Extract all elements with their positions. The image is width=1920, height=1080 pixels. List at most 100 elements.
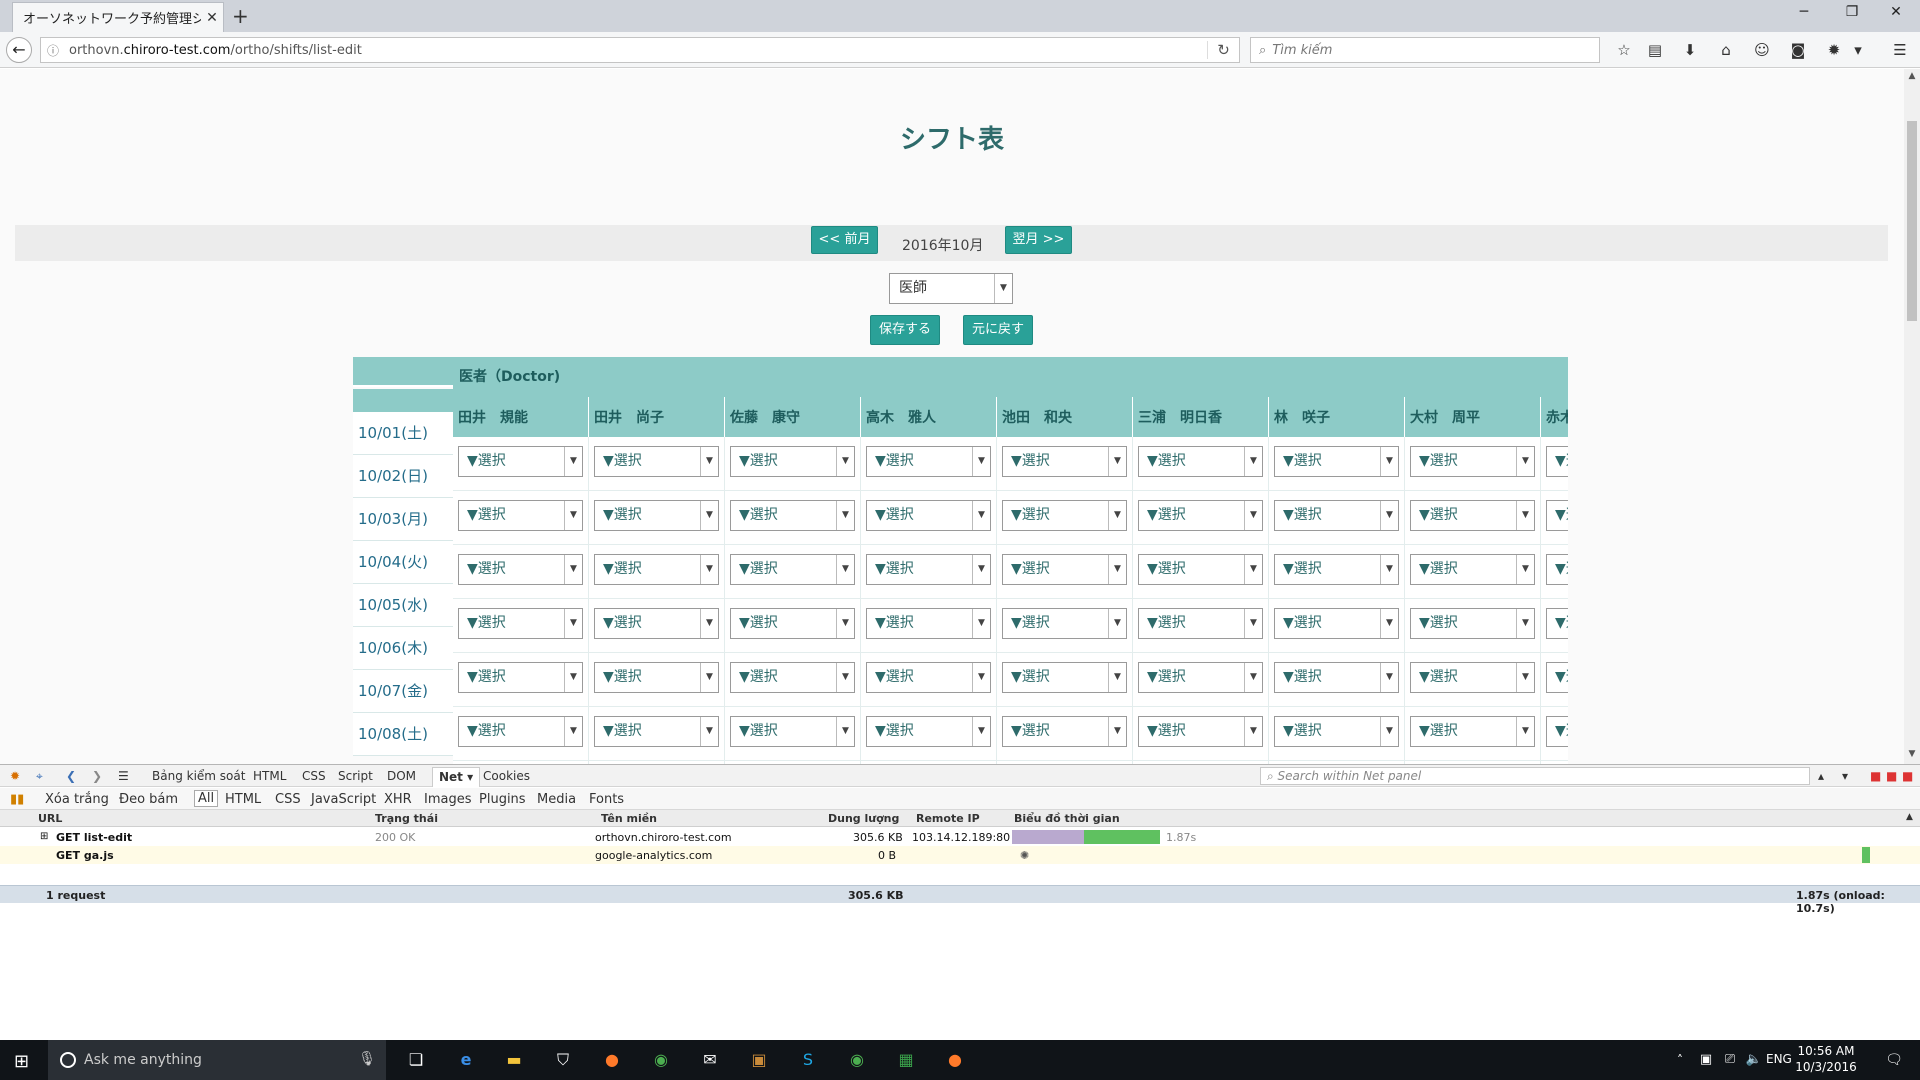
shift-select[interactable]: ▼選択▼ [458, 554, 583, 585]
sort-up-icon[interactable]: ▲ [1906, 812, 1913, 822]
shift-select[interactable]: ▼選択▼ [1002, 716, 1127, 747]
menu-icon[interactable]: ☰ [1888, 41, 1912, 59]
shift-select[interactable]: ▼選択▼ [594, 500, 719, 531]
devtools-tab[interactable]: Bảng kiểm soát [152, 769, 245, 783]
shift-select[interactable]: ▼選択▼ [1138, 662, 1263, 693]
shift-select[interactable]: ▼選択▼ [1546, 608, 1568, 639]
shift-select[interactable]: ▼選択▼ [866, 716, 991, 747]
download-icon[interactable]: ⬇ [1678, 41, 1702, 59]
shift-select[interactable]: ▼選択▼ [1274, 662, 1399, 693]
shift-select[interactable]: ▼選択▼ [1410, 500, 1535, 531]
col-size[interactable]: Dung lượng [828, 812, 899, 825]
browser-search-input[interactable]: ⌕ Tìm kiếm [1250, 37, 1600, 63]
devtools-tab[interactable]: HTML [253, 769, 286, 783]
task-view-icon[interactable]: ❏ [404, 1048, 428, 1072]
shift-select[interactable]: ▼選択▼ [1138, 716, 1263, 747]
restore-icon[interactable]: ❐ [1832, 4, 1872, 20]
prev-month-button[interactable]: << 前月 [811, 226, 878, 254]
back-icon[interactable]: ← [6, 37, 32, 63]
bookmark-star-icon[interactable]: ☆ [1612, 41, 1636, 59]
shift-select[interactable]: ▼選択▼ [458, 446, 583, 477]
scroll-up-icon[interactable]: ▲ [1904, 71, 1920, 81]
page-scrollbar[interactable]: ▲ ▼ [1904, 69, 1920, 764]
edge-icon[interactable]: e [454, 1048, 478, 1072]
volume-icon[interactable]: 🔈 [1742, 1048, 1766, 1072]
shift-select[interactable]: ▼選択▼ [1410, 554, 1535, 585]
net-filter-plugins[interactable]: Plugins [479, 792, 526, 807]
firefox-icon[interactable]: ● [600, 1048, 624, 1072]
clock[interactable]: 10:56 AM 10/3/2016 [1776, 1043, 1876, 1075]
shift-select[interactable]: ▼選択▼ [1002, 608, 1127, 639]
shift-select[interactable]: ▼選択▼ [866, 608, 991, 639]
net-filter-images[interactable]: Images [424, 792, 472, 807]
firebug-icon[interactable]: ✹ [1822, 41, 1846, 59]
revert-button[interactable]: 元に戻す [963, 315, 1033, 345]
pocket-icon[interactable]: ◙ [1786, 41, 1810, 59]
shift-select[interactable]: ▼選択▼ [1002, 500, 1127, 531]
detach-panel-icon[interactable]: ■ [1886, 769, 1897, 783]
shift-select[interactable]: ▼選択▼ [1410, 608, 1535, 639]
shift-select[interactable]: ▼選択▼ [1002, 662, 1127, 693]
shift-select[interactable]: ▼選択▼ [458, 608, 583, 639]
cortana-search[interactable]: Ask me anything 🎙 [48, 1040, 386, 1080]
shift-select[interactable]: ▼選択▼ [594, 716, 719, 747]
chrome-icon[interactable]: ◉ [649, 1048, 673, 1072]
shift-select[interactable]: ▼選択▼ [1410, 662, 1535, 693]
skype-icon[interactable]: S [796, 1048, 820, 1072]
shift-select[interactable]: ▼選択▼ [1546, 554, 1568, 585]
shift-select[interactable]: ▼選択▼ [866, 554, 991, 585]
notifications-icon[interactable]: 🗨 [1882, 1048, 1906, 1072]
chevron-down-icon[interactable]: ▾ [1846, 41, 1870, 59]
shift-select[interactable]: ▼選択▼ [1274, 446, 1399, 477]
sublime-icon[interactable]: ▣ [747, 1048, 771, 1072]
shift-select[interactable]: ▼選択▼ [730, 608, 855, 639]
minimize-panel-icon[interactable]: ■ [1870, 769, 1881, 783]
col-timeline[interactable]: Biểu đồ thời gian [1014, 812, 1120, 825]
shift-select[interactable]: ▼選択▼ [1002, 554, 1127, 585]
shift-select[interactable]: ▼選択▼ [866, 662, 991, 693]
shift-select[interactable]: ▼選択▼ [730, 500, 855, 531]
devtools-tab[interactable]: CSS [302, 769, 326, 783]
reload-icon[interactable]: ↻ [1207, 41, 1239, 59]
close-tab-icon[interactable]: ✕ [201, 10, 223, 26]
shift-select[interactable]: ▼選択▼ [1274, 608, 1399, 639]
shift-select[interactable]: ▼選択▼ [866, 446, 991, 477]
store-icon[interactable]: ⛉ [551, 1048, 575, 1072]
chevron-down-icon[interactable]: ▾ [1842, 769, 1848, 783]
forward-arrow-icon[interactable]: ❯ [92, 769, 102, 783]
shift-select[interactable]: ▼選択▼ [1410, 446, 1535, 477]
home-icon[interactable]: ⌂ [1714, 41, 1738, 59]
shift-select[interactable]: ▼選択▼ [730, 662, 855, 693]
reading-list-icon[interactable]: ▤ [1643, 41, 1667, 59]
shift-select[interactable]: ▼選択▼ [1546, 716, 1568, 747]
file-explorer-icon[interactable]: ▬ [502, 1048, 526, 1072]
shift-select[interactable]: ▼選択▼ [1274, 716, 1399, 747]
command-line-icon[interactable]: ☰ [118, 769, 129, 783]
pause-icon[interactable]: ▮▮ [10, 792, 24, 807]
url-bar[interactable]: ⓘ orthovn.chiroro-test.com/ortho/shifts/… [40, 37, 1240, 63]
col-domain[interactable]: Tên miền [601, 812, 657, 825]
minimize-icon[interactable]: ─ [1784, 4, 1824, 20]
shift-select[interactable]: ▼選択▼ [594, 446, 719, 477]
back-arrow-icon[interactable]: ❮ [66, 769, 76, 783]
net-filter-javascript[interactable]: JavaScript [311, 792, 376, 807]
net-filter-fonts[interactable]: Fonts [589, 792, 624, 807]
shift-select[interactable]: ▼選択▼ [1138, 554, 1263, 585]
scroll-down-icon[interactable]: ▼ [1904, 749, 1920, 759]
col-remote-ip[interactable]: Remote IP [916, 812, 980, 825]
save-button[interactable]: 保存する [870, 315, 940, 345]
shift-select[interactable]: ▼選択▼ [594, 608, 719, 639]
microphone-icon[interactable]: 🎙 [358, 1051, 376, 1067]
devtools-tab[interactable]: Script [338, 769, 373, 783]
close-panel-icon[interactable]: ■ [1902, 769, 1913, 783]
shift-select[interactable]: ▼選択▼ [730, 716, 855, 747]
scrollbar-thumb[interactable] [1907, 121, 1917, 321]
net-row[interactable]: ⊞ GET list-edit 200 OK orthovn.chiroro-t… [0, 828, 1920, 846]
chrome-2-icon[interactable]: ◉ [845, 1048, 869, 1072]
net-action-button[interactable]: Đeo bám [119, 792, 178, 807]
net-filter-media[interactable]: Media [537, 792, 576, 807]
shift-select[interactable]: ▼選択▼ [594, 554, 719, 585]
next-month-button[interactable]: 翌月 >> [1005, 226, 1072, 254]
shift-select[interactable]: ▼選択▼ [730, 554, 855, 585]
shift-select[interactable]: ▼選択▼ [1546, 446, 1568, 477]
